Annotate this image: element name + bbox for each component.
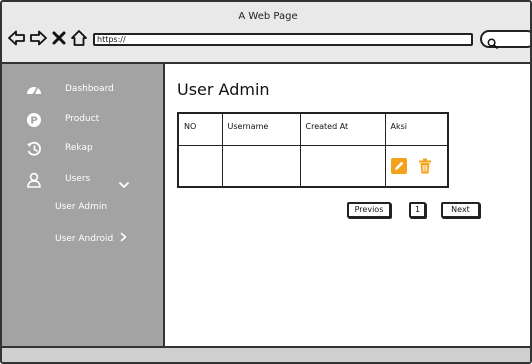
- sidebar-subitem-label: User Admin: [55, 202, 108, 212]
- user-icon: [26, 172, 42, 188]
- sidebar-item-label: Rekap: [65, 143, 93, 153]
- chevron-down-icon[interactable]: [118, 175, 130, 188]
- column-header-no: NO: [177, 112, 223, 146]
- cell-username: [221, 144, 301, 188]
- sidebar-subitem-user-android[interactable]: User Android: [55, 232, 127, 244]
- forward-arrow-icon[interactable]: [29, 29, 47, 47]
- sidebar-item-rekap[interactable]: Rekap: [2, 139, 162, 159]
- sidebar-item-label: Product: [65, 114, 100, 124]
- back-arrow-icon[interactable]: [8, 29, 26, 47]
- sidebar: Dashboard P Product Rekap Users User Adm…: [2, 64, 165, 346]
- column-header-created-at: Created At: [299, 112, 386, 146]
- sidebar-subitem-user-admin[interactable]: User Admin: [55, 202, 107, 212]
- home-icon[interactable]: [70, 29, 88, 47]
- column-header-aksi: Aksi: [384, 112, 449, 146]
- page-title: User Admin: [177, 80, 270, 99]
- svg-text:P: P: [30, 116, 37, 127]
- cell-no: [177, 144, 223, 188]
- sidebar-item-label: Dashboard: [65, 84, 114, 94]
- cell-created-at: [299, 144, 386, 188]
- product-p-icon: P: [26, 112, 42, 128]
- browser-window: A Web Page https:// Dashboard P Product …: [0, 0, 532, 364]
- table-row: [177, 144, 449, 188]
- history-icon: [26, 141, 42, 157]
- resize-grip-icon[interactable]: [521, 354, 530, 362]
- sidebar-item-dashboard[interactable]: Dashboard: [2, 80, 162, 100]
- search-icon[interactable]: [487, 34, 498, 49]
- table-header-row: NO Username Created At Aksi: [177, 112, 449, 146]
- title-bar: A Web Page https://: [2, 2, 530, 64]
- delete-icon[interactable]: [417, 158, 433, 174]
- column-header-username: Username: [221, 112, 301, 146]
- status-bar: [2, 346, 530, 362]
- user-table: NO Username Created At Aksi: [177, 112, 449, 188]
- next-button[interactable]: Next: [441, 202, 480, 218]
- url-bar[interactable]: https://: [93, 33, 473, 46]
- page-number-button[interactable]: 1: [409, 202, 426, 218]
- sidebar-item-users[interactable]: Users: [2, 170, 162, 190]
- dashboard-gauge-icon: [26, 82, 42, 98]
- sidebar-subitem-label: User Android: [55, 234, 114, 244]
- previous-button[interactable]: Previos: [347, 202, 391, 218]
- sidebar-item-product[interactable]: P Product: [2, 110, 162, 130]
- close-icon[interactable]: [50, 29, 68, 47]
- search-box[interactable]: [480, 30, 530, 49]
- edit-icon[interactable]: [390, 157, 407, 174]
- window-title: A Web Page: [238, 11, 298, 22]
- chevron-right-icon: [120, 232, 127, 242]
- cell-aksi: [384, 144, 449, 188]
- sidebar-item-label: Users: [65, 174, 91, 184]
